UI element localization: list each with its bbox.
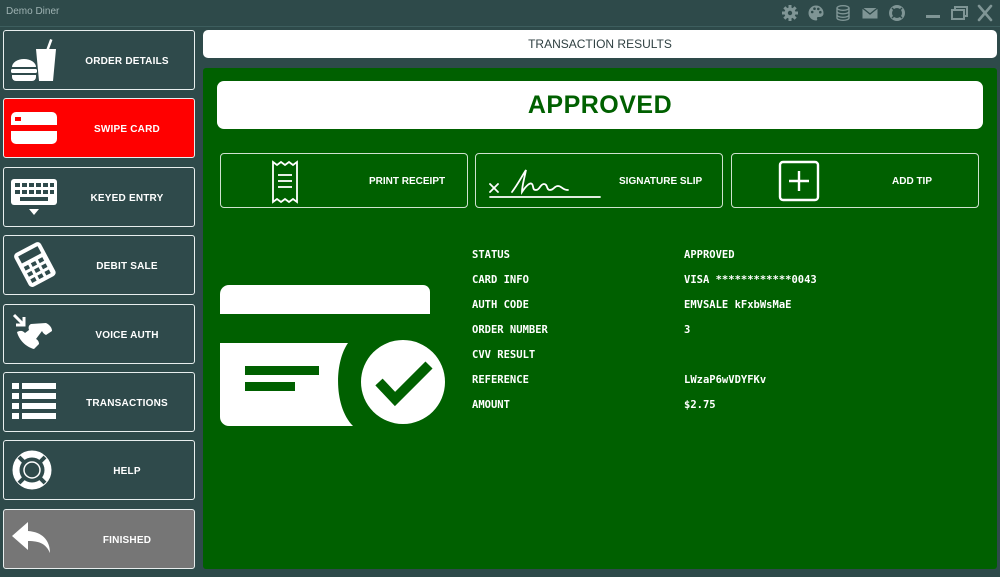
print-receipt-button[interactable]: PRINT RECEIPT	[220, 153, 468, 208]
detail-row: AUTH CODE EMVSALE kFxbWsMaE	[472, 299, 892, 319]
result-panel: APPROVED PRINT RECEIPT SIGNATURE SLIP AD…	[203, 68, 997, 569]
sidebar-item-transactions[interactable]: TRANSACTIONS	[3, 372, 195, 432]
keyboard-icon	[11, 179, 57, 215]
mail-icon[interactable]	[861, 4, 879, 22]
sidebar-item-label: ORDER DETAILS	[85, 55, 169, 67]
pinpad-icon	[14, 242, 56, 287]
plus-box-icon	[778, 160, 820, 202]
sidebar-item-label: KEYED ENTRY	[90, 192, 164, 204]
card-approved-icon	[220, 285, 449, 428]
signature-slip-button[interactable]: SIGNATURE SLIP	[475, 153, 723, 208]
sidebar-item-debit-sale[interactable]: DEBIT SALE	[3, 235, 195, 295]
card-icon	[11, 112, 57, 144]
phone-icon	[12, 313, 52, 349]
sidebar-item-finished[interactable]: FINISHED	[3, 509, 195, 569]
sidebar-item-label: SWIPE CARD	[94, 123, 160, 135]
receipt-icon	[272, 160, 298, 204]
sidebar-item-keyed-entry[interactable]: KEYED ENTRY	[3, 167, 195, 227]
sidebar-item-help[interactable]: HELP	[3, 440, 195, 500]
sidebar-item-label: FINISHED	[102, 534, 152, 546]
detail-key: ORDER NUMBER	[472, 324, 548, 336]
detail-value: $2.75	[684, 399, 716, 411]
detail-row: ORDER NUMBER 3	[472, 324, 892, 344]
detail-key: CVV RESULT	[472, 349, 536, 361]
detail-value: VISA ************0043	[684, 274, 817, 286]
detail-row: AMOUNT $2.75	[472, 399, 892, 419]
signature-slip-label: SIGNATURE SLIP	[619, 176, 703, 187]
lifebuoy-icon[interactable]	[888, 4, 906, 22]
sidebar-item-swipe-card[interactable]: SWIPE CARD	[3, 98, 195, 158]
status-banner: APPROVED	[217, 81, 983, 129]
print-receipt-label: PRINT RECEIPT	[369, 176, 446, 187]
title-bar: Demo Diner	[0, 0, 1000, 27]
detail-key: REFERENCE	[472, 374, 529, 386]
detail-row: CARD INFO VISA ************0043	[472, 274, 892, 294]
detail-row: CVV RESULT	[472, 349, 892, 369]
app-title: Demo Diner	[6, 6, 60, 17]
detail-key: AMOUNT	[472, 399, 510, 411]
page-title: TRANSACTION RESULTS	[203, 30, 997, 58]
detail-value: LWzaP6wVDYFKv	[684, 374, 767, 386]
detail-value: 3	[684, 324, 691, 336]
gear-icon[interactable]	[781, 4, 799, 22]
return-arrow-icon	[12, 522, 50, 553]
burger-drink-icon	[11, 39, 56, 81]
detail-value: APPROVED	[684, 249, 735, 261]
sidebar-item-label: VOICE AUTH	[95, 329, 159, 341]
detail-key: STATUS	[472, 249, 510, 261]
detail-key: AUTH CODE	[472, 299, 529, 311]
add-tip-button[interactable]: ADD TIP	[731, 153, 979, 208]
sidebar-item-label: TRANSACTIONS	[86, 397, 168, 409]
sidebar-item-voice-auth[interactable]: VOICE AUTH	[3, 304, 195, 364]
sidebar-item-label: HELP	[113, 465, 141, 477]
lifebuoy-icon	[12, 450, 52, 490]
detail-row: REFERENCE LWzaP6wVDYFKv	[472, 374, 892, 394]
palette-icon[interactable]	[807, 4, 825, 22]
list-icon	[12, 383, 56, 419]
detail-value: EMVSALE kFxbWsMaE	[684, 299, 792, 311]
close-icon[interactable]	[974, 3, 996, 23]
detail-key: CARD INFO	[472, 274, 529, 286]
database-icon[interactable]	[834, 4, 852, 22]
detail-row: STATUS APPROVED	[472, 249, 892, 269]
sidebar-item-order-details[interactable]: ORDER DETAILS	[3, 30, 195, 90]
minimize-icon[interactable]	[922, 3, 944, 23]
add-tip-label: ADD TIP	[892, 176, 932, 187]
signature-icon	[489, 169, 601, 198]
sidebar-item-label: DEBIT SALE	[96, 260, 158, 272]
restore-icon[interactable]	[948, 3, 970, 23]
